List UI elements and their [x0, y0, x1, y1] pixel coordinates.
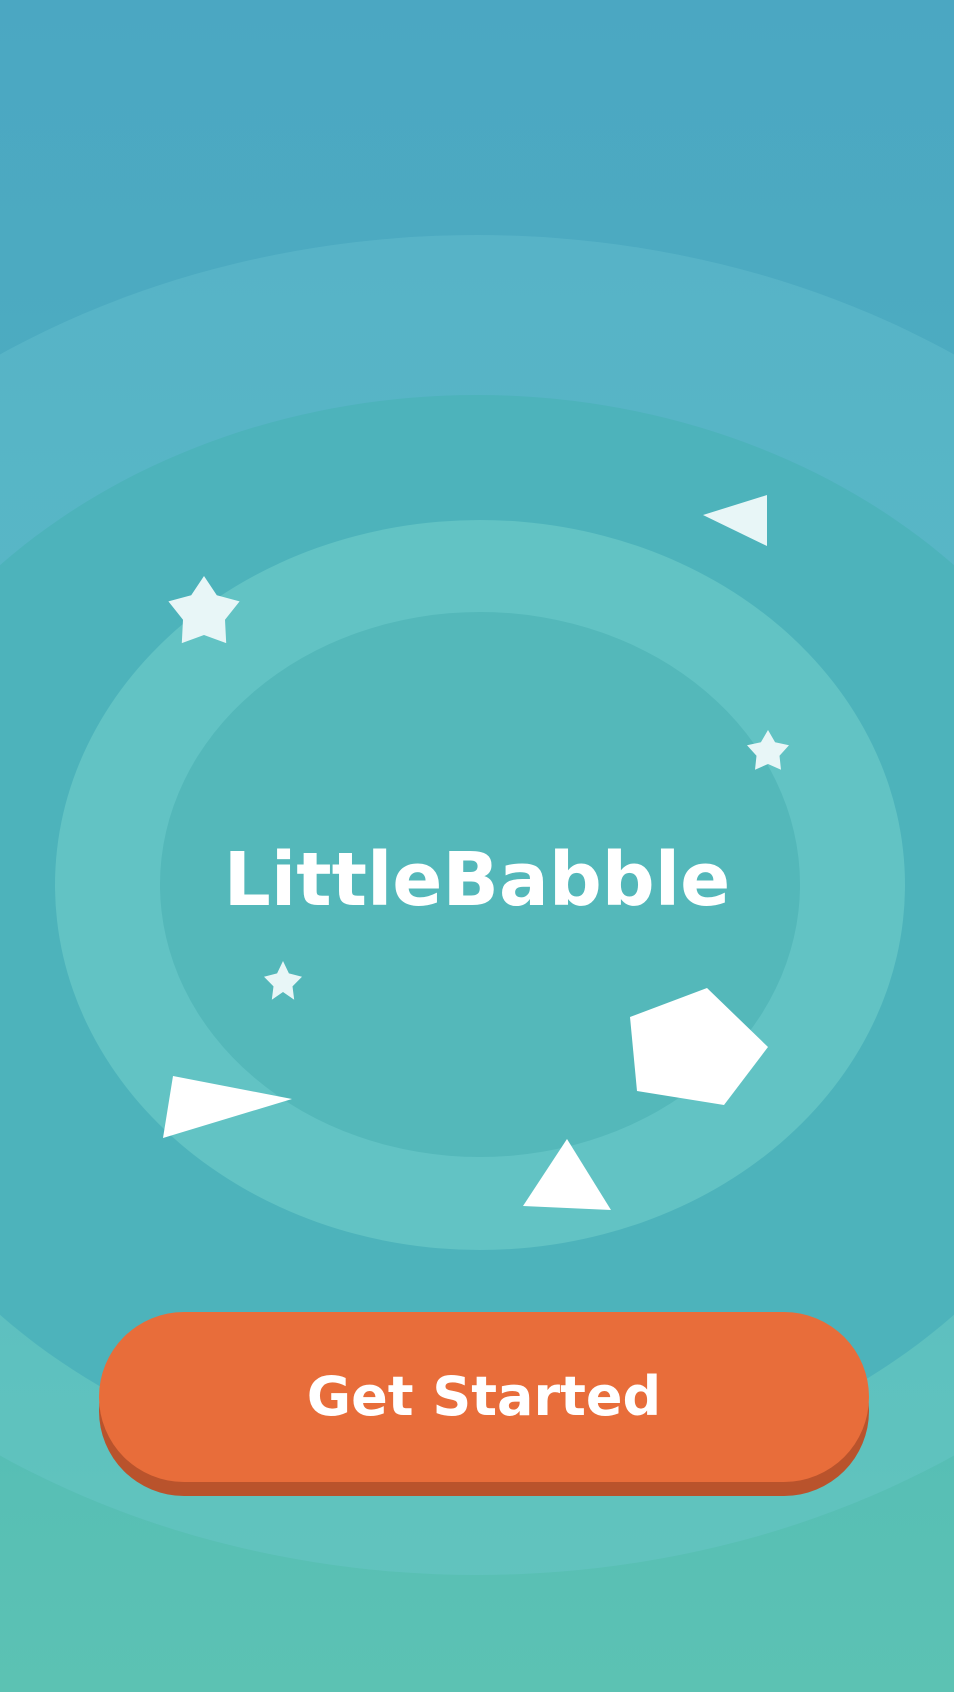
triangle-icon	[163, 1076, 292, 1138]
star-icon	[747, 730, 789, 770]
star-icon	[264, 961, 302, 1000]
bottom-edge	[0, 1692, 954, 1698]
splash-screen: LittleBabble Get Started	[0, 0, 954, 1698]
pentagon-icon	[630, 988, 768, 1105]
triangle-icon	[703, 495, 767, 546]
star-icon	[168, 576, 240, 644]
app-title: LittleBabble	[223, 837, 731, 923]
triangle-icon	[523, 1139, 611, 1210]
get-started-button[interactable]: Get Started	[99, 1312, 869, 1482]
